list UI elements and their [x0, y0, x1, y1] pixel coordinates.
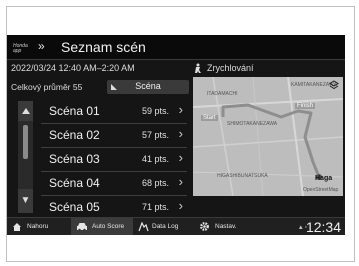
map-place-label: ITADAMACHI — [207, 91, 238, 97]
map-place-label: SHIMOTAKANEZAWA — [227, 121, 278, 127]
gear-icon — [200, 222, 209, 231]
acceleration-label: Zrychlování — [207, 63, 254, 73]
data-log-icon — [138, 222, 149, 232]
scene-name: Scéna 05 — [49, 200, 100, 214]
scene-row[interactable]: Scéna 05 71 pts. › — [41, 196, 187, 215]
scroll-up-button[interactable] — [18, 101, 33, 121]
route-map[interactable]: Start Finish ITADAMACHI KAMITAKANEZAWA S… — [193, 77, 343, 196]
scene-points: 59 pts. — [141, 106, 169, 116]
tab-label: Data Log — [152, 223, 179, 230]
scene-name: Scéna 01 — [49, 104, 100, 118]
breadcrumb-chevron[interactable]: » — [38, 39, 45, 53]
chevron-right-icon: › — [178, 102, 183, 117]
map-finish-tag: Finish — [295, 103, 316, 109]
map-layers-icon[interactable] — [329, 80, 339, 90]
scroll-thumb[interactable] — [23, 125, 28, 159]
average-score: Celkový průměr 55 — [11, 82, 83, 92]
tab-home[interactable]: Nahoru — [7, 218, 71, 235]
home-icon — [13, 223, 21, 231]
scene-row[interactable]: Scéna 01 59 pts. › — [41, 100, 187, 124]
chevron-right-icon: › — [178, 198, 183, 213]
scene-list: Scéna 01 59 pts. › Scéna 02 57 pts. › Sc… — [41, 100, 187, 215]
tab-label: Nahoru — [27, 223, 49, 230]
car-icon — [77, 223, 87, 232]
scene-name: Scéna 04 — [49, 176, 100, 190]
scene-sort-label: Scéna — [135, 81, 161, 91]
chevron-right-icon: › — [178, 126, 183, 141]
scene-points: 41 pts. — [141, 154, 169, 164]
scrollbar[interactable]: ▼ — [18, 101, 33, 213]
scene-name: Scéna 03 — [49, 152, 100, 166]
scene-sort-button[interactable]: Scéna — [107, 80, 189, 94]
tab-label: Auto Score — [92, 223, 125, 230]
tab-settings[interactable]: Nastav. — [191, 218, 251, 235]
scene-points: 57 pts. — [141, 130, 169, 140]
head-unit-screen: Honda app » Seznam scén 2022/03/24 12:40… — [7, 35, 345, 235]
svg-text:app: app — [13, 48, 22, 53]
arrow-up-icon — [22, 108, 30, 114]
map-attribution: OpenStreetMap — [303, 187, 339, 193]
map-city-label: Haga — [315, 175, 333, 182]
scroll-down-button[interactable]: ▼ — [18, 189, 33, 213]
bottom-nav: Nahoru Auto Score Data Log Nastav. ▴ ◦ 1… — [7, 217, 345, 235]
tab-data-log[interactable]: Data Log — [133, 218, 191, 235]
brand-logo-icon: Honda app — [13, 43, 28, 53]
scene-name: Scéna 02 — [49, 128, 100, 142]
clock: 12:34 — [305, 219, 341, 235]
tab-label: Nastav. — [215, 223, 237, 230]
chevron-right-icon: › — [178, 150, 183, 165]
map-start-tag: Start — [201, 115, 218, 121]
chevron-right-icon: › — [178, 174, 183, 189]
scene-points: 71 pts. — [141, 202, 169, 212]
acceleration-icon — [195, 63, 201, 73]
page-title: Seznam scén — [61, 39, 146, 55]
header-bar: Honda app » Seznam scén — [7, 35, 345, 60]
map-place-label: HIGASHIBUNATSUKA — [217, 173, 268, 179]
scene-points: 68 pts. — [141, 178, 169, 188]
scene-row[interactable]: Scéna 02 57 pts. › — [41, 124, 187, 148]
scene-row[interactable]: Scéna 04 68 pts. › — [41, 172, 187, 196]
scene-row[interactable]: Scéna 03 41 pts. › — [41, 148, 187, 172]
tab-auto-score[interactable]: Auto Score — [71, 218, 133, 235]
session-datetime: 2022/03/24 12:40 AM–2:20 AM — [11, 63, 135, 73]
double-arrow-down-icon: ▼ — [20, 195, 31, 206]
